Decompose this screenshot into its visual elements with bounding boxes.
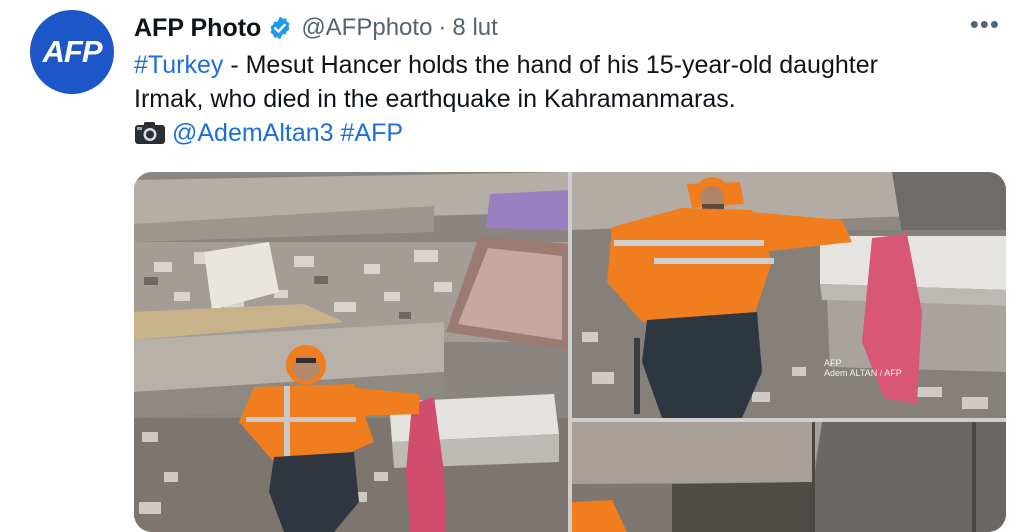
hashtag-turkey-link[interactable]: #Turkey bbox=[134, 51, 223, 79]
tweet-date[interactable]: 8 lut bbox=[452, 14, 497, 42]
watermark-line-2: Adem ALTAN / AFP bbox=[824, 368, 902, 378]
tweet-text-line-2: Irmak, who died in the earthquake in Kah… bbox=[134, 85, 736, 113]
tweet-text-line-3: @AdemAltan3 #AFP bbox=[134, 116, 994, 150]
photo-3-image bbox=[572, 422, 1006, 532]
photo-2[interactable]: AFP Adem ALTAN / AFP bbox=[572, 172, 1006, 418]
avatar-logo-text: AFP bbox=[42, 34, 103, 69]
mention-link[interactable]: @AdemAltan3 bbox=[172, 119, 334, 147]
photo-2-image bbox=[572, 172, 1006, 418]
photo-1[interactable] bbox=[134, 172, 568, 532]
author-handle[interactable]: @AFPphoto bbox=[301, 14, 432, 42]
header-separator: · bbox=[438, 14, 447, 41]
avatar[interactable]: AFP bbox=[30, 10, 114, 94]
more-options-icon[interactable]: ••• bbox=[970, 11, 1000, 37]
camera-icon bbox=[135, 122, 165, 144]
photo-1-image bbox=[134, 172, 568, 532]
media-grid: AFP Adem ALTAN / AFP bbox=[134, 172, 1006, 532]
photo-watermark: AFP Adem ALTAN / AFP bbox=[824, 358, 902, 378]
verified-badge-icon bbox=[270, 16, 290, 40]
tweet-text: #Turkey - Mesut Hancer holds the hand of… bbox=[134, 48, 994, 150]
hashtag-afp-link[interactable]: #AFP bbox=[341, 119, 404, 147]
author-name[interactable]: AFP Photo bbox=[134, 14, 261, 43]
tweet-text-line-1: #Turkey - Mesut Hancer holds the hand of… bbox=[134, 48, 994, 82]
tweet-header: AFP Photo @AFPphoto · 8 lut bbox=[134, 12, 498, 44]
photo-3[interactable] bbox=[572, 422, 1006, 532]
watermark-line-1: AFP bbox=[824, 358, 842, 368]
tweet-body-part-1: - Mesut Hancer holds the hand of his 15-… bbox=[223, 51, 878, 79]
